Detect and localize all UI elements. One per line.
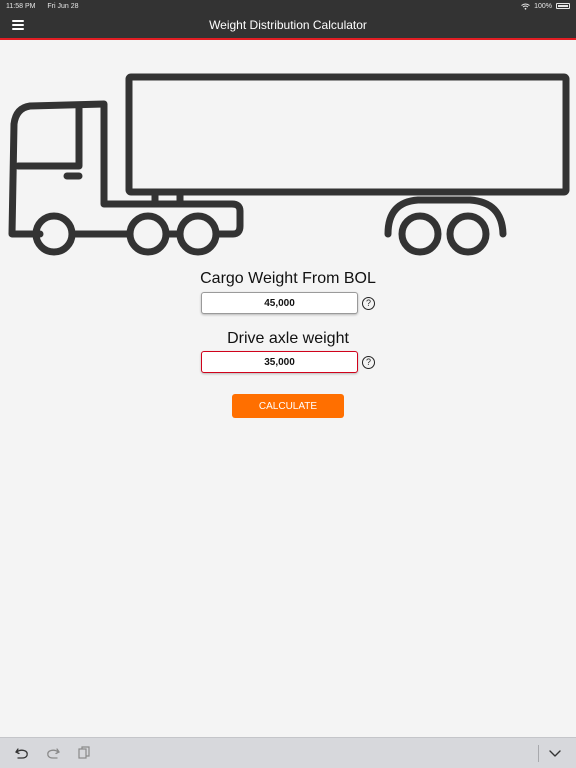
calculate-button[interactable]: CALCULATE: [232, 394, 344, 418]
status-bar: 11:58 PM Fri Jun 28 100%: [0, 0, 576, 12]
trailer-box: [125, 73, 570, 196]
drive-axle-weight-input[interactable]: [201, 351, 358, 373]
wifi-icon: [521, 3, 530, 10]
keyboard-dismiss-icon[interactable]: [547, 745, 563, 761]
page-title: Weight Distribution Calculator: [209, 18, 367, 32]
drive-wheel-2: [176, 212, 220, 256]
toolbar-divider: [538, 745, 539, 762]
battery-percent: 100%: [534, 2, 552, 10]
trailer-wheel-2: [446, 212, 490, 256]
drive-wheel-1: [126, 212, 170, 256]
undo-icon[interactable]: [14, 745, 30, 761]
truck-illustration: [8, 73, 570, 256]
drive-axle-help-icon[interactable]: ?: [362, 356, 375, 369]
nav-bar: Weight Distribution Calculator: [0, 12, 576, 40]
battery-icon: [556, 3, 570, 9]
keyboard-toolbar: [0, 737, 576, 768]
redo-icon[interactable]: [45, 745, 61, 761]
hamburger-menu-icon[interactable]: [12, 20, 24, 30]
cargo-weight-label: Cargo Weight From BOL: [200, 270, 376, 287]
status-date: Fri Jun 28: [47, 2, 79, 10]
cab-window: [14, 102, 83, 170]
trailer-wheel-1: [398, 212, 442, 256]
status-time: 11:58 PM: [6, 2, 36, 10]
cargo-weight-input[interactable]: [201, 292, 358, 314]
paste-icon[interactable]: [76, 745, 92, 761]
drive-axle-weight-label: Drive axle weight: [227, 330, 349, 347]
cargo-help-icon[interactable]: ?: [362, 297, 375, 310]
